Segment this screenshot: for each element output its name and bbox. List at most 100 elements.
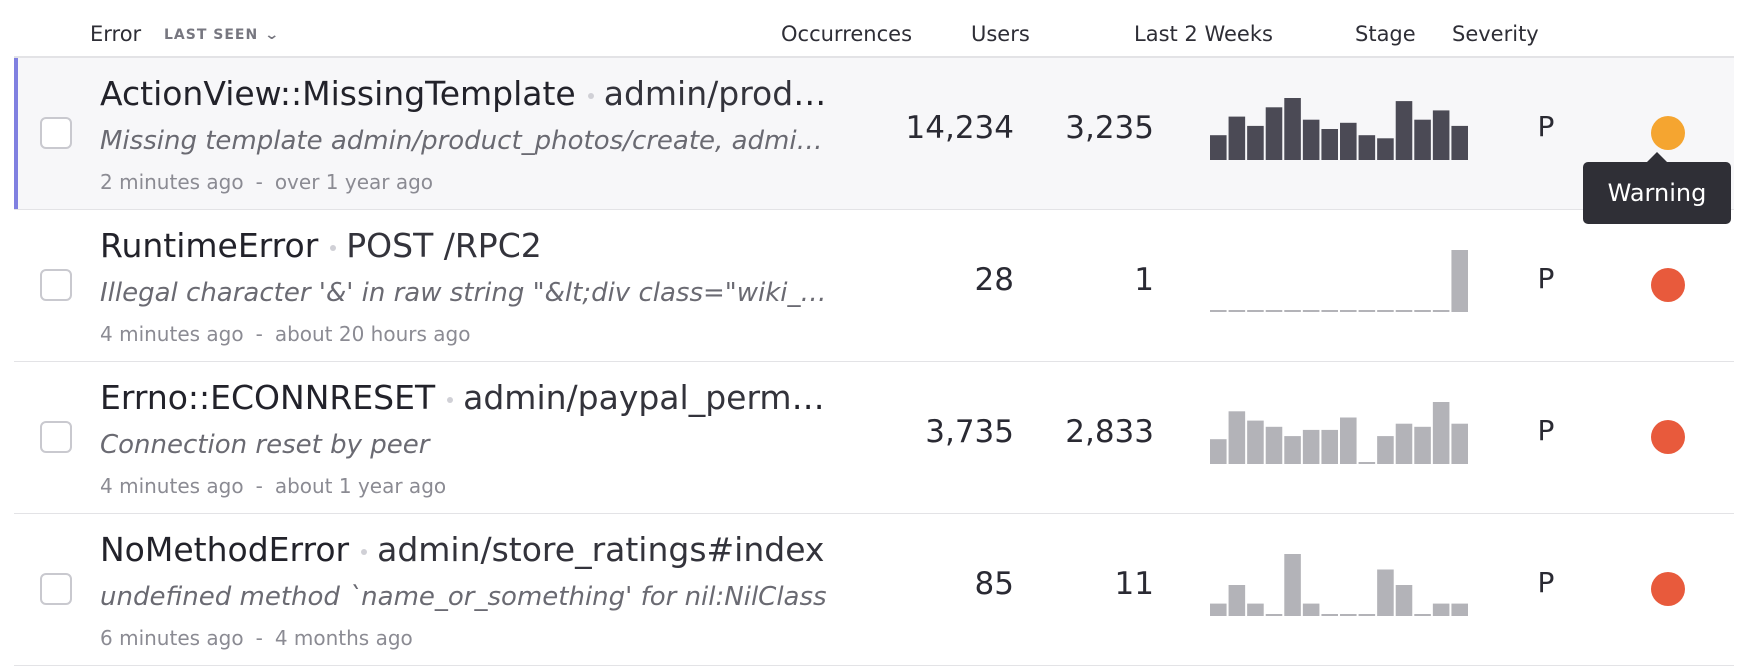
trend-bar [1321, 614, 1338, 616]
trend-bar [1340, 417, 1357, 464]
first-seen: about 1 year ago [274, 474, 447, 498]
trend-bar [1414, 119, 1431, 160]
trend-bar [1265, 614, 1283, 616]
users-count: 2,833 [1065, 414, 1154, 450]
error-title[interactable]: RuntimeError POST /RPC2 [100, 226, 830, 265]
trend-sparkline [1210, 98, 1468, 160]
trend-bar [1377, 569, 1394, 616]
last-seen: 4 minutes ago [100, 322, 244, 346]
users-count: 1 [1134, 262, 1154, 298]
times-separator: - [255, 626, 263, 650]
trend-bar [1340, 310, 1357, 312]
trend-bar [1210, 603, 1227, 616]
trend-bar [1395, 310, 1413, 312]
times-separator: - [255, 474, 263, 498]
trend-bar [1302, 119, 1320, 160]
row-checkbox[interactable] [40, 117, 72, 149]
trend-sparkline [1210, 250, 1468, 312]
occurrences-count: 3,735 [925, 414, 1014, 450]
trend-bar [1340, 614, 1357, 616]
error-message: Connection reset by peer [100, 430, 430, 460]
column-occurrences: Occurrences [781, 22, 913, 46]
trend-bar [1377, 138, 1394, 160]
row-checkbox[interactable] [40, 269, 72, 301]
occurrences-count: 85 [974, 566, 1014, 602]
trend-bar [1340, 122, 1357, 160]
error-context: POST /RPC2 [346, 226, 542, 265]
severity-indicator[interactable] [1651, 268, 1685, 302]
trend-sparkline [1210, 554, 1468, 616]
error-title[interactable]: NoMethodError admin/store_ratings#index [100, 530, 830, 569]
error-title[interactable]: ActionView::MissingTemplate admin/product… [100, 74, 830, 113]
trend-bar [1432, 110, 1450, 160]
error-context: admin/product_photos/create [603, 74, 830, 113]
error-row[interactable]: NoMethodError admin/store_ratings#index u… [14, 514, 1734, 666]
separator-dot [361, 548, 368, 555]
trend-bar [1377, 310, 1394, 312]
trend-bar [1265, 107, 1283, 160]
separator-dot [330, 244, 337, 251]
trend-bar [1451, 250, 1468, 312]
error-row[interactable]: RuntimeError POST /RPC2 Illegal character… [14, 210, 1734, 362]
users-count: 3,235 [1065, 110, 1154, 146]
users-count: 11 [1114, 566, 1154, 602]
trend-bar [1358, 614, 1376, 616]
column-last-two-weeks: Last 2 Weeks [1134, 22, 1273, 46]
error-context: admin/store_ratings#index [377, 530, 825, 569]
stage-label: P [1537, 110, 1555, 143]
trend-bar [1247, 310, 1264, 312]
trend-bar [1265, 426, 1283, 464]
last-seen: 4 minutes ago [100, 474, 244, 498]
trend-bar [1302, 429, 1320, 464]
times-separator: - [255, 170, 263, 194]
last-seen: 2 minutes ago [100, 170, 244, 194]
error-times: 2 minutes ago - over 1 year ago [100, 170, 433, 194]
column-error: Error [90, 22, 142, 46]
occurrences-count: 28 [974, 262, 1014, 298]
first-seen: about 20 hours ago [274, 322, 471, 346]
stage-label: P [1537, 262, 1555, 295]
trend-bar [1414, 614, 1431, 616]
column-stage: Stage [1355, 22, 1416, 46]
trend-bar [1451, 603, 1468, 616]
trend-bar [1228, 116, 1246, 160]
trend-bar [1321, 429, 1338, 464]
first-seen: over 1 year ago [274, 170, 434, 194]
error-message: Missing template admin/product_photos/cr… [100, 126, 830, 156]
trend-bar [1395, 585, 1413, 616]
trend-bar [1414, 310, 1431, 312]
severity-indicator[interactable] [1651, 420, 1685, 454]
trend-bar [1284, 98, 1301, 160]
trend-bar [1451, 423, 1468, 464]
error-title[interactable]: Errno::ECONNRESET admin/paypal_permission… [100, 378, 830, 417]
column-users: Users [971, 22, 1030, 46]
error-row[interactable]: Errno::ECONNRESET admin/paypal_permission… [14, 362, 1734, 514]
column-severity: Severity [1452, 22, 1539, 46]
separator-dot [587, 92, 594, 99]
trend-bar [1284, 436, 1301, 464]
error-class: Errno::ECONNRESET [100, 378, 436, 417]
error-times: 4 minutes ago - about 1 year ago [100, 474, 446, 498]
severity-indicator[interactable] [1651, 572, 1685, 606]
first-seen: 4 months ago [274, 626, 413, 650]
trend-bar [1228, 310, 1246, 312]
error-times: 6 minutes ago -4 months ago [100, 626, 413, 650]
severity-indicator[interactable] [1651, 116, 1685, 150]
row-checkbox[interactable] [40, 421, 72, 453]
error-class: NoMethodError [100, 530, 350, 569]
row-checkbox[interactable] [40, 573, 72, 605]
error-row[interactable]: ActionView::MissingTemplate admin/product… [14, 58, 1734, 210]
error-times: 4 minutes ago - about 20 hours ago [100, 322, 470, 346]
sort-dropdown[interactable]: LAST SEEN ⌄ [164, 27, 281, 43]
trend-bar [1358, 310, 1376, 312]
trend-bar [1284, 310, 1301, 312]
trend-bar [1451, 125, 1468, 160]
chevron-down-icon: ⌄ [264, 27, 281, 43]
stage-label: P [1537, 414, 1555, 447]
trend-bar [1414, 426, 1431, 464]
trend-bar [1302, 603, 1320, 616]
trend-bar [1210, 310, 1227, 312]
trend-bar [1358, 135, 1376, 160]
trend-sparkline [1210, 402, 1468, 464]
trend-bar [1432, 310, 1450, 312]
